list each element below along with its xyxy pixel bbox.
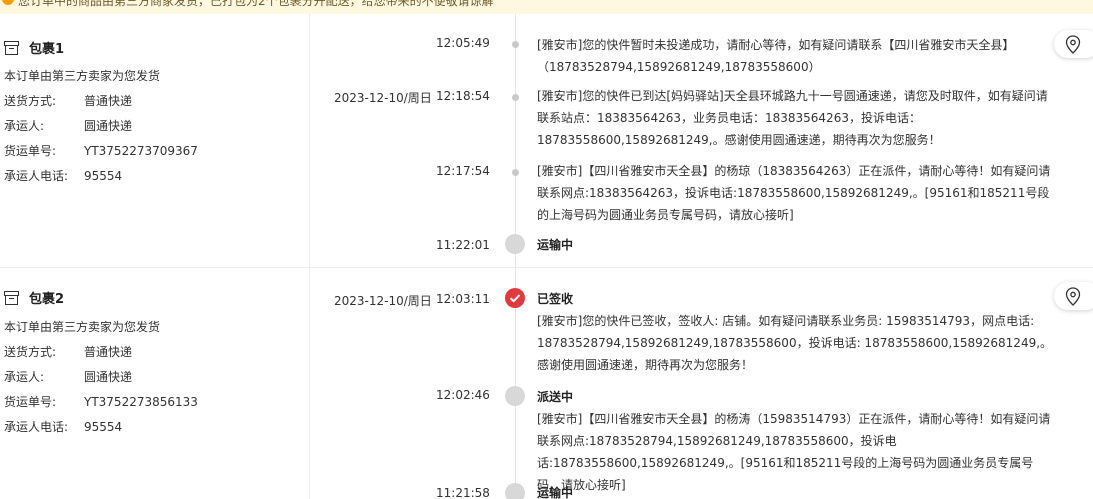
timeline-dot	[512, 94, 519, 101]
package-2-timeline: 2023-12-10/周日 12:03:11 已签收 [雅安市]您的快件已签收，…	[310, 268, 1055, 499]
package-2: 包裹2 本订单由第三方卖家为您发货 送货方式: 普通快递 承运人: 圆通快递 货运单…	[0, 268, 1093, 499]
location-button[interactable]	[1054, 282, 1093, 310]
package-2-header: 包裹2	[4, 288, 64, 307]
location-pin-icon	[1065, 35, 1081, 54]
box-icon	[4, 290, 19, 305]
event-status: 已签收	[537, 292, 574, 306]
carrier-phone-row: 承运人电话: 95554	[4, 420, 123, 434]
timeline-dot	[512, 169, 519, 176]
carrier-phone-row: 承运人电话: 95554	[4, 169, 123, 183]
event-text: [雅安市]【四川省雅安市天全县】的杨涛（15983514793）正在派件，请耐心…	[537, 412, 1051, 492]
package-2-title: 包裹2	[29, 292, 65, 307]
tracking-number-row: 货运单号: YT3752273709367	[4, 144, 198, 158]
package-1-note: 本订单由第三方卖家为您发货	[4, 69, 161, 83]
location-button[interactable]	[1054, 30, 1093, 58]
warning-icon	[2, 0, 14, 5]
delivery-method-row: 送货方式: 普通快递	[4, 345, 133, 359]
timeline-line	[515, 14, 516, 267]
truck-icon	[505, 234, 525, 254]
notice-text: 您订单中的商品由第三方商家发货，已打包为2个包裹分开配送，给您带来的不便敬请谅解	[18, 0, 494, 8]
package-1: 包裹1 本订单由第三方卖家为您发货 送货方式: 普通快递 承运人: 圆通快递 货运单…	[0, 14, 1093, 267]
event-status: 派送中	[537, 390, 574, 404]
tracking-number-row: 货运单号: YT3752273856133	[4, 395, 198, 409]
timeline-dot	[512, 41, 519, 48]
package-1-title: 包裹1	[29, 42, 65, 57]
event-status: 运输中	[537, 486, 574, 499]
box-icon	[4, 40, 19, 55]
package-1-timeline: 12:05:49 [雅安市]您的快件暂时未投递成功，请耐心等待，如有疑问请联系【…	[310, 14, 1055, 267]
location-pin-icon	[1065, 287, 1081, 306]
truck-icon	[505, 483, 525, 499]
check-icon	[505, 288, 525, 308]
event-text: [雅安市]您的快件已签收，签收人: 店铺。如有疑问请联系业务员: 1598351…	[537, 314, 1053, 372]
carrier-row: 承运人: 圆通快递	[4, 370, 133, 384]
package-1-header: 包裹1	[4, 38, 64, 57]
package-2-note: 本订单由第三方卖家为您发货	[4, 320, 161, 334]
courier-icon	[505, 386, 525, 406]
delivery-method-row: 送货方式: 普通快递	[4, 94, 133, 108]
carrier-row: 承运人: 圆通快递	[4, 119, 133, 133]
notice-bar: 您订单中的商品由第三方商家发货，已打包为2个包裹分开配送，给您带来的不便敬请谅解	[0, 0, 1093, 14]
event-status: 运输中	[537, 238, 574, 252]
